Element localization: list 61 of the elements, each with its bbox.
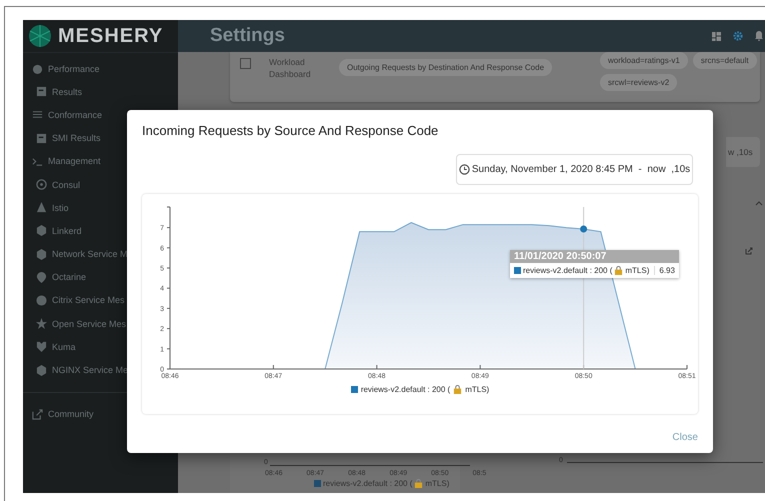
legend-label: reviews-v2.default : 200 ( [323,479,412,488]
sidebar-item[interactable]: Kuma [23,335,76,358]
sidebar-item[interactable]: Consul [23,172,80,196]
sidebar-item[interactable]: Results [23,80,82,104]
legend-swatch [514,267,521,274]
clock-icon [458,164,470,175]
date-range-text: Sunday, November 1, 2020 8:45 PM - now ,10s [472,164,690,175]
tooltip-value: 6.93 [654,266,675,275]
sidebar-item[interactable]: Open Service Mes [23,312,126,336]
hex-icon [36,364,47,376]
close-button[interactable]: Close [672,430,698,445]
prompt-icon [32,156,43,167]
settings-icon[interactable] [733,31,744,41]
pin-icon [36,272,47,283]
time-range-field[interactable]: w ,10s [726,137,760,167]
lock-icon [414,479,424,488]
sidebar-item[interactable]: Network Service M [23,242,128,266]
sidebar-item[interactable]: SMI Results [23,126,101,150]
tooltip-label: reviews-v2.default : 200 ( [523,266,612,275]
legend-label: mTLS) [425,479,450,488]
filter-chip[interactable]: srcns=default [692,52,757,69]
filter-chip[interactable]: srcwl=reviews-v2 [600,74,678,91]
checkbox-label: Workload Dashboard [269,56,312,80]
sidebar-item[interactable]: Linkerd [23,219,82,242]
dialog-title: Incoming Requests by Source And Response Code [142,123,440,138]
sidebar-item[interactable]: Istio [23,196,69,220]
sidebar-item[interactable]: Performance [23,57,100,80]
external-link-icon[interactable] [745,247,754,255]
disc-icon [36,294,47,306]
chevron-up-icon[interactable] [755,200,764,206]
sidebar-item[interactable]: Community [23,402,94,426]
sidebar-item[interactable]: Management [23,150,101,173]
logo-icon [28,24,52,48]
tooltip-label: mTLS) [625,266,650,275]
notifications-icon[interactable] [755,31,764,41]
date-range-field[interactable]: Sunday, November 1, 2020 8:45 PM - now ,10s [456,154,693,185]
sidebar-item[interactable]: Conformance [23,103,102,127]
legend-swatch [350,386,358,393]
checkbox[interactable] [240,58,251,69]
list-icon [32,109,43,120]
doc-icon [36,86,47,98]
dashboard-icon[interactable] [712,32,722,40]
tooltip-time: 11/01/2020 20:50:07 [510,250,679,263]
brand-name: MESHERY [58,24,164,48]
hex-icon [36,225,47,236]
hover-point [580,226,588,233]
sidebar-item[interactable]: Octarine [23,266,86,289]
hex-icon [36,248,47,260]
lock-icon [453,385,462,394]
legend-swatch [314,480,321,487]
star-icon [36,318,47,330]
lock-icon [614,266,624,275]
external-link-icon [32,408,43,420]
doc-icon [36,132,47,144]
legend-label: reviews-v2.default : 200 ( [360,385,450,394]
sidebar-item[interactable]: NGINX Service Me [23,358,128,382]
legend-label: mTLS) [465,385,490,394]
sidebar-item[interactable]: Citrix Service Mes [23,288,125,312]
filter-chip[interactable]: workload=ratings-v1 [600,52,688,69]
page-title: Settings [210,25,285,47]
panel-chip[interactable]: Outgoing Requests by Destination And Response Code [339,59,552,76]
